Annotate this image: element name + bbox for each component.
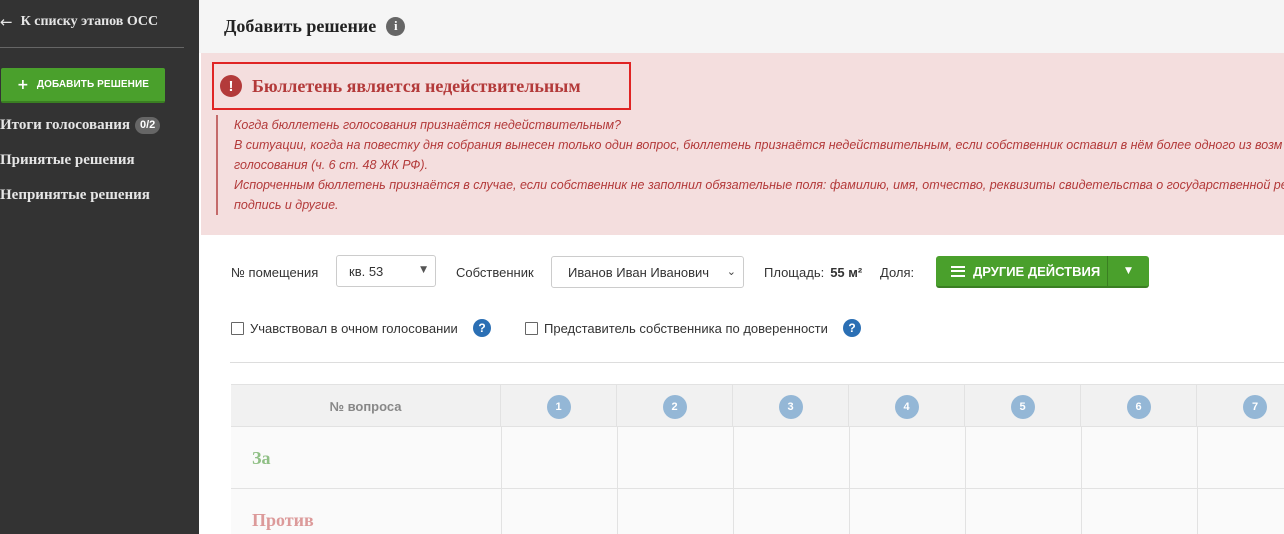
alert-title: Бюллетень является недействительным bbox=[252, 75, 581, 96]
chevron-down-icon: ⌄ bbox=[726, 265, 736, 278]
column-divider bbox=[1197, 427, 1198, 534]
arrow-left-icon: ← bbox=[0, 13, 13, 31]
sidebar-item-voting-results[interactable]: Итоги голосования 0/2 bbox=[0, 115, 161, 135]
plus-icon: + bbox=[17, 76, 29, 93]
alert-body: Когда бюллетень голосования признаётся н… bbox=[216, 115, 1284, 215]
back-link-label: К списку этапов ОСС bbox=[20, 14, 159, 29]
question-column-3: 3 bbox=[733, 385, 849, 428]
room-select-value: кв. 53 bbox=[349, 263, 384, 279]
column-divider bbox=[733, 427, 734, 534]
area-field: Площадь: 55 м² bbox=[764, 262, 862, 282]
sidebar: ← К списку этапов ОСС + ДОБАВИТЬ РЕШЕНИЕ… bbox=[0, 0, 199, 534]
alert-heading: ! Бюллетень является недействительным bbox=[212, 62, 631, 110]
proxy-representative-option[interactable]: Представитель собственника по довереннос… bbox=[525, 319, 828, 337]
owner-select-value: Иванов Иван Иванович bbox=[568, 264, 710, 280]
room-label: № помещения bbox=[231, 264, 319, 280]
add-decision-button[interactable]: + ДОБАВИТЬ РЕШЕНИЕ bbox=[1, 68, 165, 103]
alert-line: голосования (ч. 6 ст. 48 ЖК РФ). bbox=[234, 158, 429, 172]
other-actions-button[interactable]: ДРУГИЕ ДЕЙСТВИЯ ▼ bbox=[936, 256, 1149, 288]
question-column-7: 7 bbox=[1197, 385, 1284, 428]
invalid-ballot-alert: ! Бюллетень является недействительным Ко… bbox=[201, 53, 1284, 235]
owner-label: Собственник bbox=[456, 264, 534, 280]
alert-line: В ситуации, когда на повестку дня собран… bbox=[234, 138, 1283, 152]
exclamation-icon: ! bbox=[220, 75, 242, 97]
question-number-badge: 2 bbox=[662, 394, 687, 419]
sidebar-item-rejected-decisions[interactable]: Непринятые решения bbox=[0, 185, 150, 205]
voting-table: № вопроса 1 2 3 4 5 6 7 За Против bbox=[231, 384, 1284, 534]
table-header-row: № вопроса 1 2 3 4 5 6 7 bbox=[231, 384, 1284, 428]
sidebar-item-accepted-decisions[interactable]: Принятые решения bbox=[0, 150, 135, 170]
add-decision-label: ДОБАВИТЬ РЕШЕНИЕ bbox=[36, 79, 149, 90]
question-column-2: 2 bbox=[617, 385, 733, 428]
back-to-stages-link[interactable]: ← К списку этапов ОСС bbox=[0, 8, 158, 36]
page-title-text: Добавить решение bbox=[224, 15, 377, 36]
area-label: Площадь: bbox=[764, 264, 825, 280]
in-person-voting-label: Учавствовал в очном голосовании bbox=[250, 320, 458, 336]
alert-line: Испорченным бюллетень признаётся в случа… bbox=[234, 178, 1284, 192]
column-divider bbox=[617, 427, 618, 534]
question-number-badge: 3 bbox=[778, 394, 803, 419]
question-column-4: 4 bbox=[849, 385, 965, 428]
in-person-voting-checkbox[interactable] bbox=[231, 321, 244, 335]
sidebar-item-label: Принятые решения bbox=[0, 151, 135, 168]
alert-line: подпись и другие. bbox=[234, 198, 339, 212]
other-actions-label: ДРУГИЕ ДЕЙСТВИЯ bbox=[973, 263, 1101, 279]
question-number-badge: 6 bbox=[1126, 394, 1151, 419]
area-value: 55 м² bbox=[830, 264, 863, 280]
room-select[interactable]: кв. 53 ▼ bbox=[336, 255, 436, 287]
question-help-icon[interactable]: ? bbox=[843, 319, 861, 337]
table-row-against: Против bbox=[231, 489, 1284, 534]
question-number-badge: 5 bbox=[1010, 394, 1035, 419]
question-number-badge: 4 bbox=[894, 394, 919, 419]
proxy-representative-checkbox[interactable] bbox=[525, 321, 538, 335]
table-row-for: За bbox=[231, 427, 1284, 489]
question-column-1: 1 bbox=[501, 385, 617, 428]
question-number-badge: 7 bbox=[1243, 394, 1267, 419]
page-title: Добавить решение i bbox=[224, 14, 406, 38]
question-number-header: № вопроса bbox=[231, 385, 501, 428]
sidebar-item-label: Итоги голосования bbox=[0, 116, 130, 133]
caret-down-icon: ▼ bbox=[420, 265, 427, 275]
column-divider bbox=[1081, 427, 1082, 534]
sidebar-divider bbox=[0, 47, 184, 48]
vote-against-label: Против bbox=[252, 509, 314, 530]
vote-for-label: За bbox=[252, 447, 271, 468]
info-icon[interactable]: i bbox=[386, 16, 406, 36]
proxy-representative-label: Представитель собственника по довереннос… bbox=[544, 320, 828, 336]
alert-line: Когда бюллетень голосования признаётся н… bbox=[234, 118, 621, 132]
count-badge: 0/2 bbox=[134, 116, 161, 134]
question-column-5: 5 bbox=[965, 385, 1081, 428]
caret-down-icon: ▼ bbox=[1125, 266, 1132, 276]
other-actions-main[interactable]: ДРУГИЕ ДЕЙСТВИЯ bbox=[936, 256, 1108, 286]
column-divider bbox=[849, 427, 850, 534]
question-number-badge: 1 bbox=[546, 394, 571, 419]
column-divider bbox=[501, 427, 502, 534]
share-label: Доля: bbox=[880, 264, 915, 280]
column-divider bbox=[965, 427, 966, 534]
question-column-6: 6 bbox=[1081, 385, 1197, 428]
owner-select[interactable]: Иванов Иван Иванович ⌄ bbox=[551, 256, 744, 288]
divider bbox=[230, 362, 1284, 363]
sidebar-item-label: Непринятые решения bbox=[0, 186, 150, 203]
list-icon bbox=[951, 265, 965, 277]
other-actions-dropdown-toggle[interactable]: ▼ bbox=[1108, 256, 1149, 286]
in-person-voting-option[interactable]: Учавствовал в очном голосовании bbox=[231, 319, 458, 337]
question-help-icon[interactable]: ? bbox=[473, 319, 491, 337]
